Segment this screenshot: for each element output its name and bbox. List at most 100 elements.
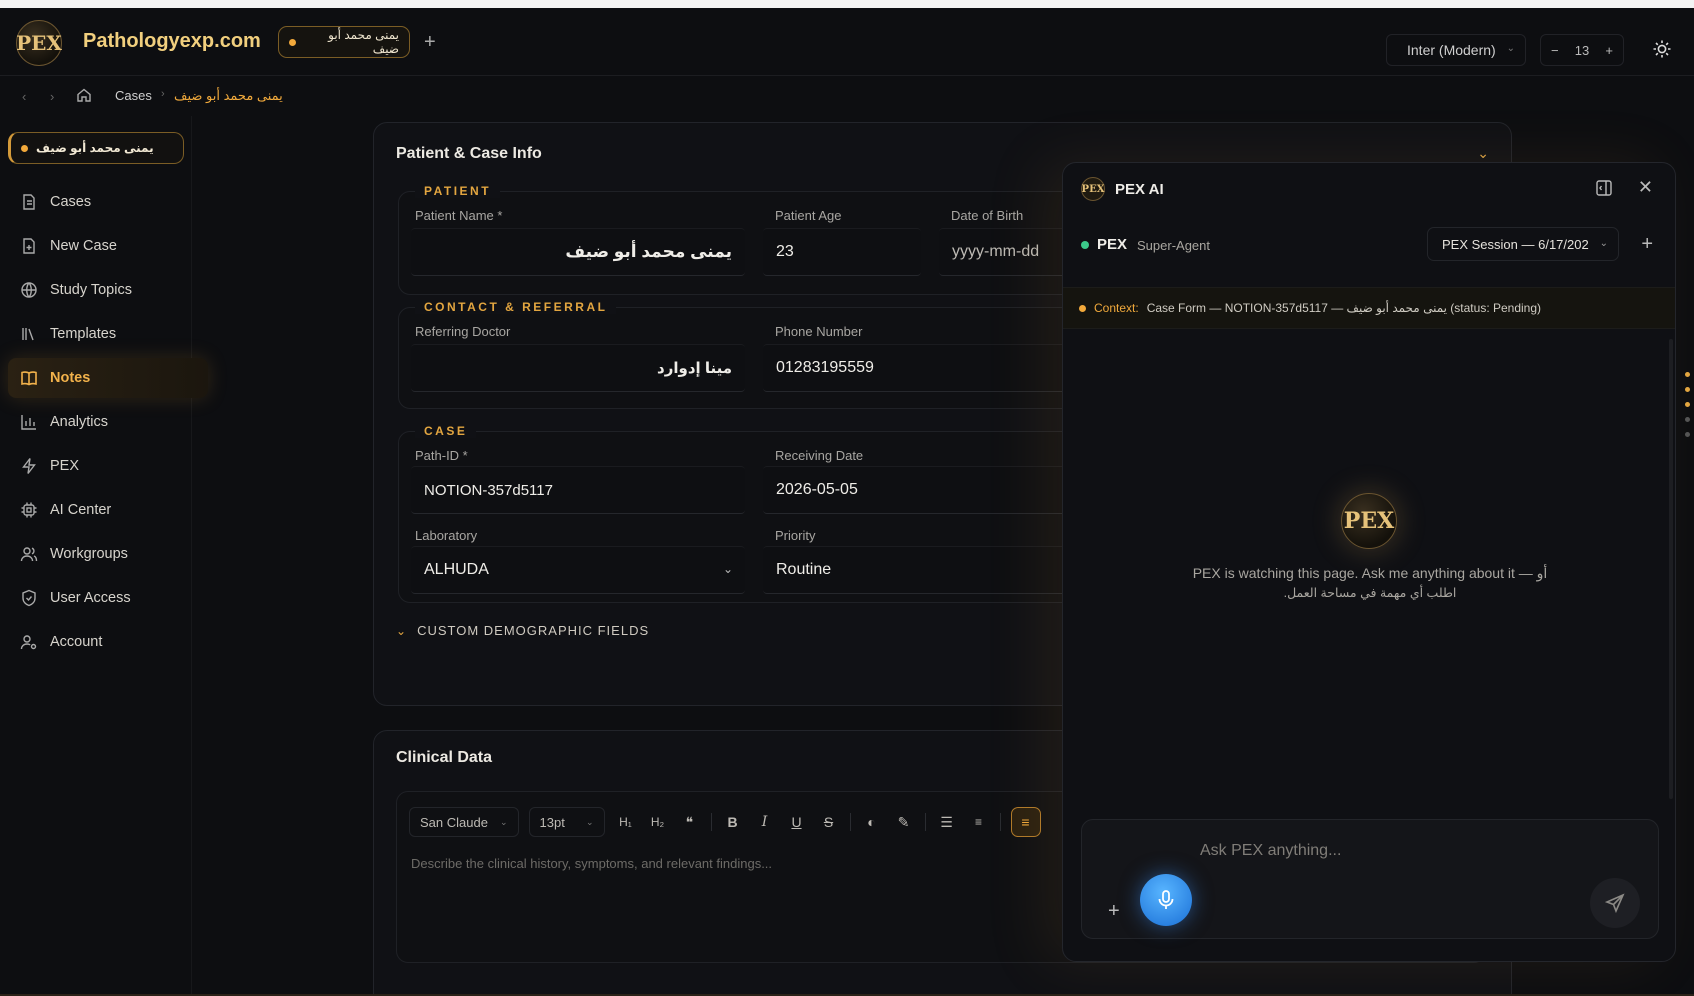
patient-age-input[interactable]: 23 [763, 228, 921, 276]
font-size-stepper[interactable]: − 13 + [1540, 34, 1624, 66]
section-legend: PATIENT [415, 184, 501, 198]
font-family-select[interactable]: Inter (Modern) ⌄ [1386, 34, 1526, 66]
sidebar-item-ai-center[interactable]: AI Center [8, 490, 208, 530]
microphone-icon [1158, 890, 1174, 909]
brand-name[interactable]: Pathologyexp.com [83, 30, 261, 53]
library-icon [22, 328, 34, 341]
users-icon [20, 547, 38, 562]
indicator-dot [1685, 387, 1690, 392]
editor-toolbar: San Claude ⌄ 13pt ⌄ H₁ H₂ ❝ B I U S ◐ ✎ [409, 806, 1041, 838]
sidebar-item-pex[interactable]: PEX [8, 446, 208, 486]
sidebar-item-notes[interactable]: Notes [8, 358, 208, 398]
close-icon[interactable]: ✕ [1638, 177, 1653, 198]
phone-number-label: Phone Number [775, 324, 863, 339]
chip-icon [21, 502, 37, 518]
priority-value: Routine [776, 561, 832, 578]
panel-title: Patient & Case Info [396, 145, 542, 162]
patient-name-input[interactable]: يمنى محمد أبو ضيف [411, 228, 745, 276]
open-case-tab-label: يمنى محمد أبو ضيف [328, 28, 399, 56]
ai-panel-header: PEX PEX AI ✕ [1063, 163, 1675, 213]
sidebar-item-user-access[interactable]: User Access [8, 578, 208, 618]
chevron-down-icon: ⌄ [499, 816, 508, 827]
microphone-button[interactable] [1140, 874, 1192, 926]
online-status-dot [1081, 241, 1089, 249]
sidebar-patient-chip[interactable]: يمنى محمد أبو ضيف [8, 132, 184, 164]
new-document-icon [23, 238, 35, 254]
sidebar-item-label: Analytics [50, 414, 109, 430]
strikethrough-icon[interactable]: S [818, 811, 840, 833]
bullet-list-icon[interactable]: ☰ [936, 811, 958, 833]
context-value: Case Form — NOTION-357d5117 — يمنى محمد … [1146, 301, 1542, 315]
sidebar-item-cases[interactable]: Cases [8, 182, 208, 222]
indicator-dot [1685, 417, 1690, 422]
sidebar-item-new-case[interactable]: New Case [8, 226, 208, 266]
attach-plus-button[interactable]: + [1108, 900, 1120, 923]
chevron-down-icon: ⌄ [1599, 238, 1608, 249]
tab-status-dot [289, 38, 296, 46]
sidebar-item-templates[interactable]: Templates [8, 314, 208, 354]
heading1-icon[interactable]: H₁ [615, 811, 637, 833]
path-id-value: NOTION-357d5117 [424, 481, 553, 499]
referring-doctor-input[interactable]: مينا إدوارد [411, 344, 745, 392]
new-tab-button[interactable]: + [424, 32, 436, 52]
align-left-icon[interactable]: ≡ [1010, 807, 1041, 837]
underline-icon[interactable]: U [786, 811, 808, 833]
bold-icon[interactable]: B [722, 811, 744, 833]
session-select[interactable]: PEX Session — 6/17/202 ⌄ [1427, 227, 1619, 261]
ai-scrollbar[interactable] [1669, 339, 1673, 799]
agent-name: PEX [1097, 236, 1128, 253]
send-button[interactable] [1590, 878, 1640, 928]
receiving-date-label: Receiving Date [775, 448, 864, 463]
home-icon[interactable] [76, 87, 92, 103]
editor-size-select[interactable]: 13pt ⌄ [528, 807, 605, 837]
font-size-decrease-button[interactable]: − [1551, 43, 1559, 58]
custom-demographic-fields-toggle[interactable]: ⌄ CUSTOM DEMOGRAPHIC FIELDS [396, 623, 649, 638]
new-session-button[interactable]: + [1641, 233, 1653, 256]
app-frame: PEX Pathologyexp.com يمنى محمد أبو ضيف +… [0, 8, 1694, 996]
theme-toggle-sun-icon[interactable] [1652, 39, 1672, 59]
sidebar-item-label: New Case [50, 238, 117, 254]
page-scroll-indicator[interactable] [1685, 372, 1691, 462]
dock-panel-icon[interactable] [1595, 179, 1613, 197]
sidebar-item-label: Workgroups [50, 546, 128, 562]
open-case-tab[interactable]: يمنى محمد أبو ضيف [278, 26, 410, 58]
sidebar-item-account[interactable]: Account [8, 622, 208, 662]
forward-arrow-icon[interactable]: › [50, 89, 54, 104]
font-size-increase-button[interactable]: + [1605, 43, 1613, 58]
breadcrumb-cases[interactable]: Cases [115, 88, 152, 103]
brand-logo[interactable]: PEX [16, 20, 62, 66]
receiving-date-input[interactable]: 2026-05-05 [763, 466, 1093, 514]
sidebar-patient-name: يمنى محمد أبو ضيف [36, 141, 154, 155]
sidebar-item-study-topics[interactable]: Study Topics [8, 270, 208, 310]
ai-message-ar: اطلب أي مهمة في مساحة العمل. [1283, 586, 1457, 600]
heading2-icon[interactable]: H₂ [647, 811, 669, 833]
laboratory-select[interactable]: ALHUDA ⌄ [411, 546, 745, 594]
palette-icon[interactable]: ◐ [861, 811, 883, 833]
indicator-dot [1685, 402, 1690, 407]
path-id-input[interactable]: NOTION-357d5117 [411, 466, 745, 514]
toolbar-divider [710, 813, 712, 831]
lightning-icon [22, 458, 36, 474]
ai-composer[interactable]: Ask PEX anything... + [1081, 819, 1659, 939]
collapse-chevron-icon[interactable]: ⌄ [1477, 145, 1489, 162]
toolbar-divider [849, 813, 851, 831]
editor-font-select[interactable]: San Claude ⌄ [409, 807, 519, 837]
sidebar-item-label: Notes [50, 370, 91, 386]
pex-logo-icon: PEX [1081, 177, 1105, 201]
window-top-strip [0, 0, 1694, 8]
referring-doctor-value: مينا إدوارد [657, 360, 732, 377]
receiving-date-value: 2026-05-05 [776, 481, 858, 498]
sidebar-item-workgroups[interactable]: Workgroups [8, 534, 208, 574]
priority-select[interactable]: Routine [763, 546, 1093, 594]
quote-icon[interactable]: ❝ [679, 811, 701, 833]
phone-number-input[interactable]: 01283195559 [763, 344, 1093, 392]
book-open-icon [21, 371, 37, 386]
phone-number-value: 01283195559 [776, 359, 874, 376]
numbered-list-icon[interactable]: ≡ [968, 811, 990, 833]
back-arrow-icon[interactable]: ‹ [22, 89, 26, 104]
context-key: Context: [1094, 301, 1139, 315]
italic-icon[interactable]: I [754, 811, 776, 833]
highlighter-icon[interactable]: ✎ [893, 811, 915, 833]
sidebar-item-analytics[interactable]: Analytics [8, 402, 208, 442]
indicator-dot [1685, 432, 1690, 437]
